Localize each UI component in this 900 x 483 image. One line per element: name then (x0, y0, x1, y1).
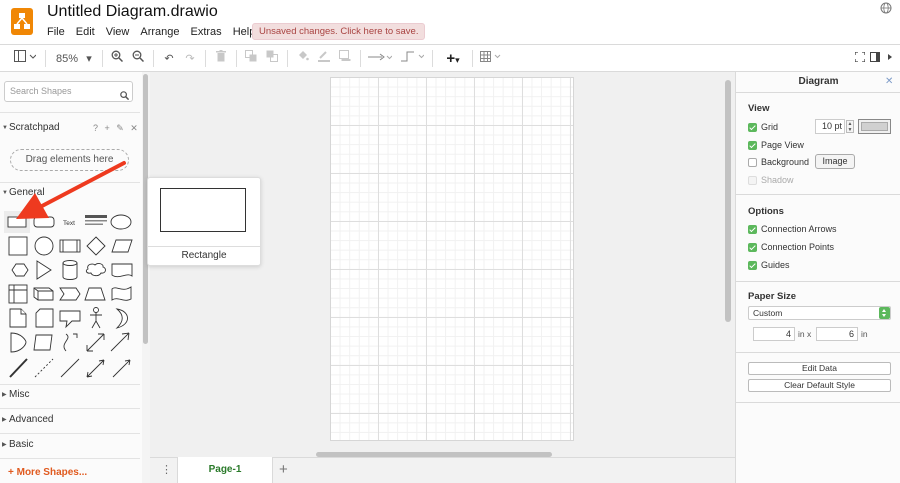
annotation-arrow (16, 161, 126, 219)
drawio-window: Untitled Diagram.drawio File Edit View A… (0, 0, 900, 483)
